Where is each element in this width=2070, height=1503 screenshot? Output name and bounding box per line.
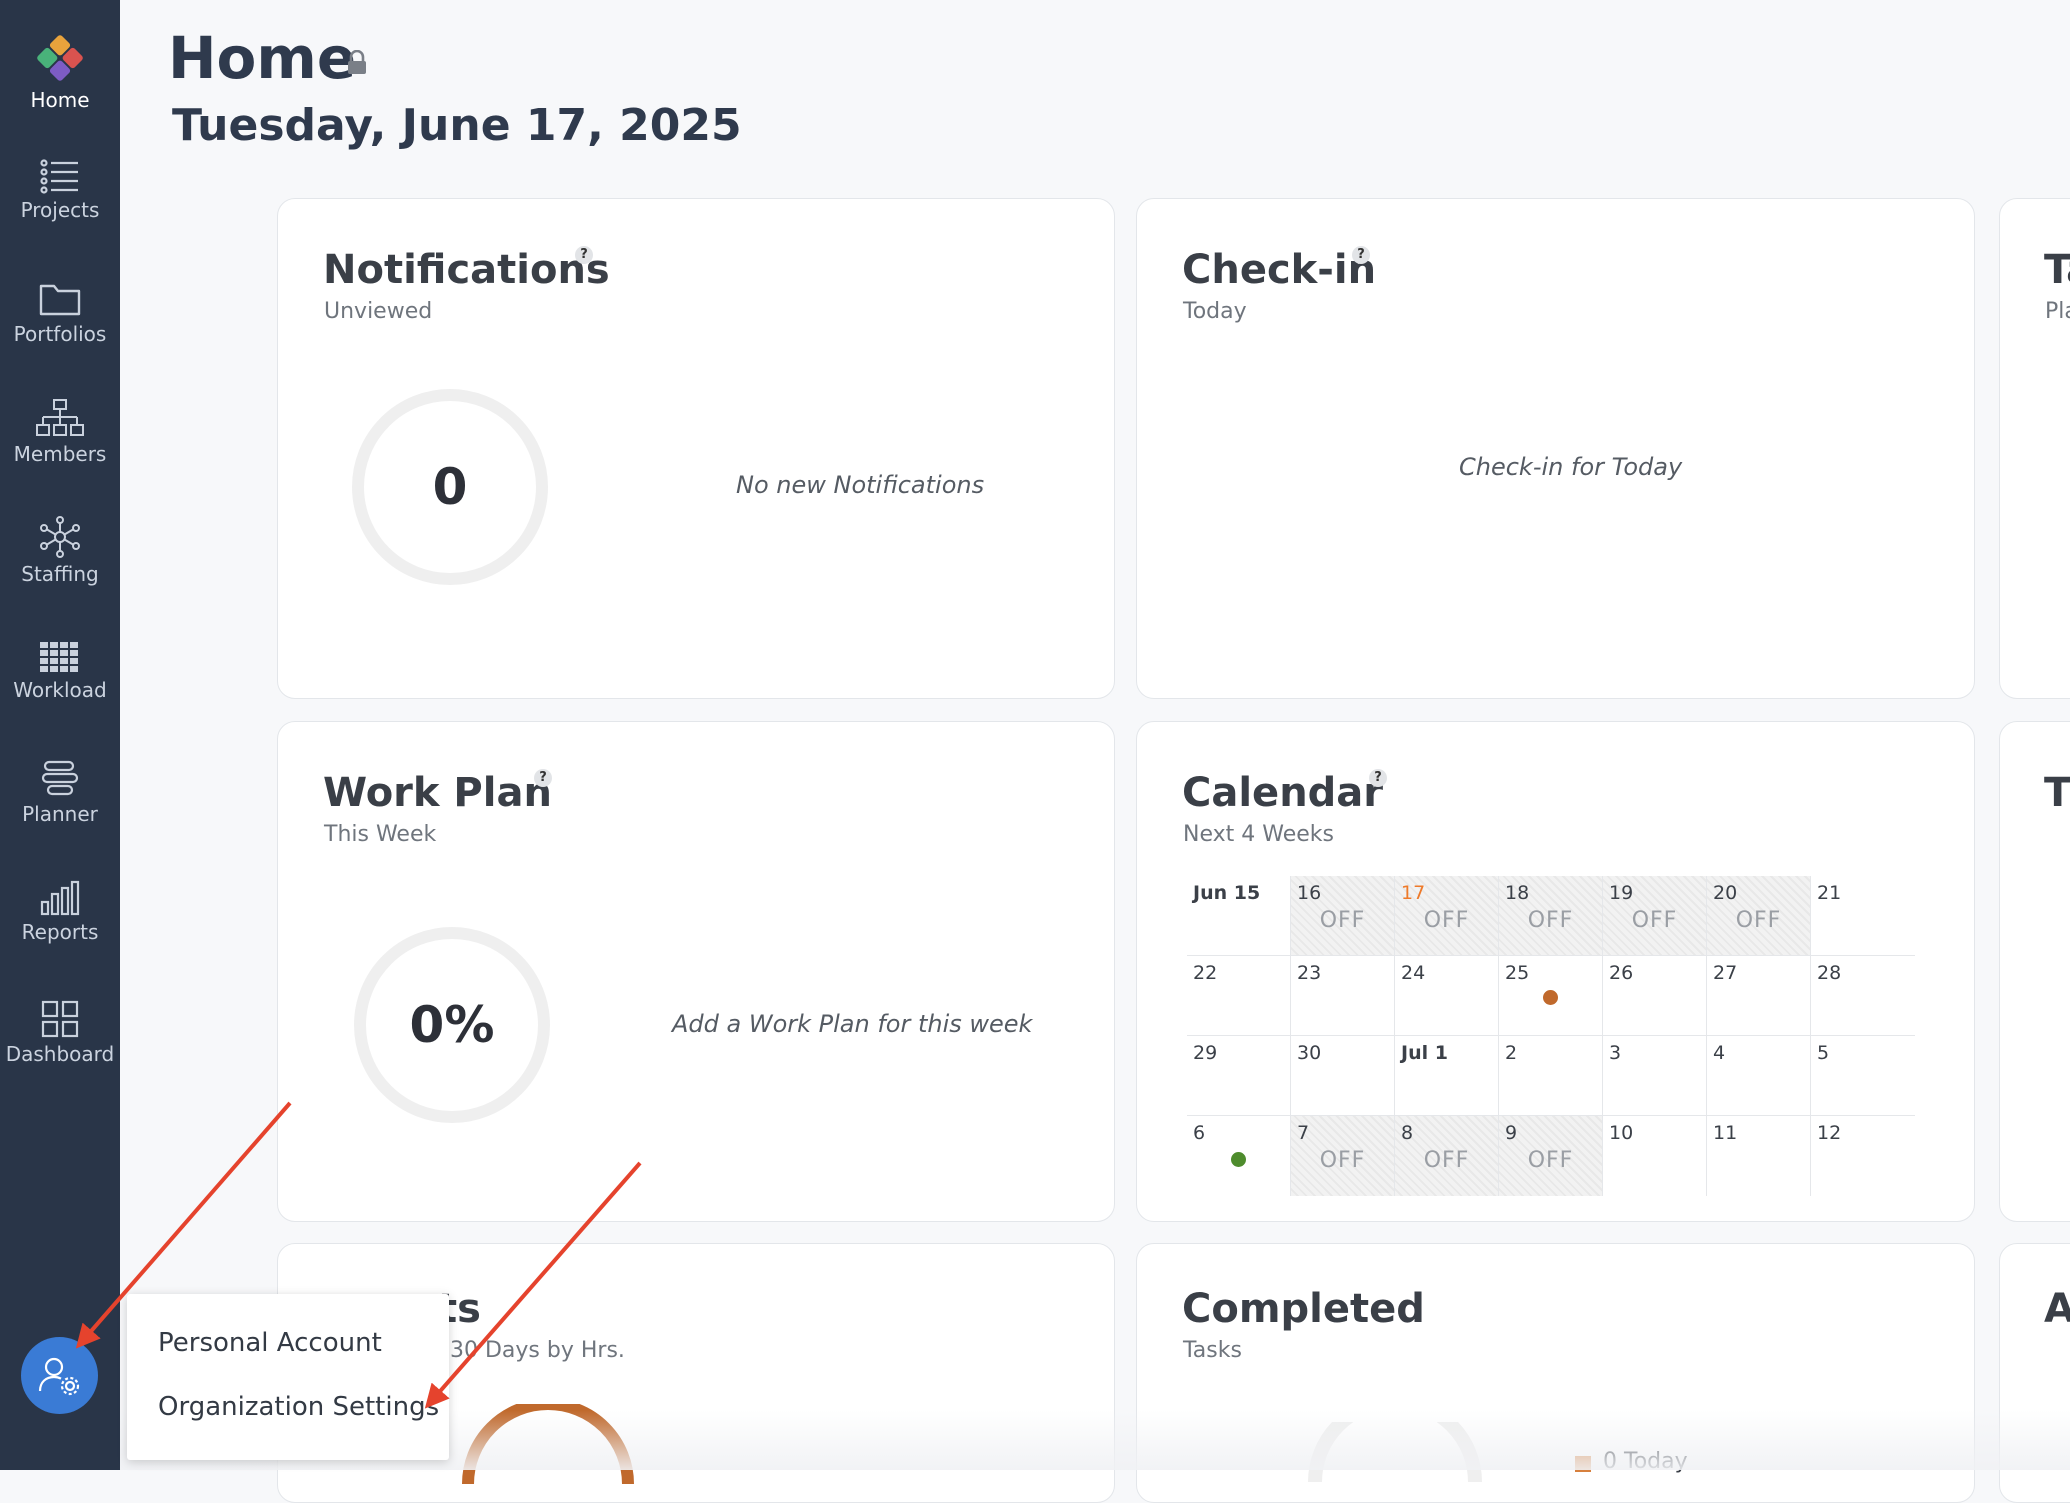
annotation-arrows: [75, 1101, 642, 1409]
arrow-to-settings-button: [75, 1101, 292, 1349]
arrow-to-organization-settings: [424, 1161, 642, 1409]
